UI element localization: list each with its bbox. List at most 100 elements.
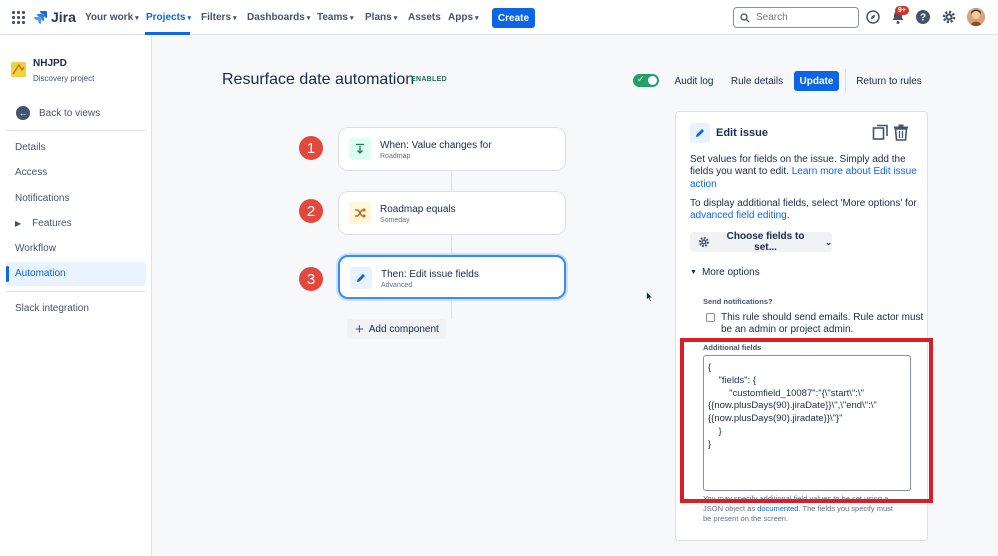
sidebar-divider bbox=[6, 291, 146, 292]
project-sidebar: NHJPD Discovery project ← Back to views … bbox=[0, 36, 152, 556]
active-item-indicator bbox=[6, 266, 9, 282]
chevron-down-icon: ▾ bbox=[393, 15, 398, 22]
choose-fields-label: Choose fields to set... bbox=[726, 231, 805, 253]
header-divider bbox=[845, 69, 846, 93]
nav-label: Plans bbox=[365, 12, 392, 23]
step-number-badge: 2 bbox=[299, 199, 323, 223]
helper-text: . The fields you specify must bbox=[798, 504, 893, 513]
sidebar-item-label: Features bbox=[32, 218, 72, 229]
send-notifications-checkbox[interactable] bbox=[706, 313, 715, 322]
copy-icon[interactable] bbox=[872, 124, 889, 141]
avatar-image bbox=[967, 8, 985, 26]
search-box[interactable] bbox=[733, 7, 859, 28]
rule-enabled-toggle[interactable]: ✓ bbox=[633, 74, 659, 87]
chevron-down-icon: ▾ bbox=[349, 15, 354, 22]
nav-filters[interactable]: Filters ▾ bbox=[201, 12, 237, 23]
sidebar-item-notifications[interactable]: Notifications bbox=[15, 193, 69, 204]
nav-dashboards[interactable]: Dashboards ▾ bbox=[247, 12, 310, 23]
back-to-views-link[interactable]: ← Back to views bbox=[16, 106, 100, 120]
condition-icon bbox=[349, 202, 371, 224]
notification-badge: 9+ bbox=[895, 6, 909, 15]
sidebar-item-access[interactable]: Access bbox=[15, 167, 47, 178]
send-notifications-text: be an admin or project admin. bbox=[721, 324, 854, 335]
trigger-subtitle: Roadmap bbox=[380, 153, 411, 160]
chevron-down-icon: ▾ bbox=[187, 15, 191, 22]
sidebar-item-automation[interactable]: Automation bbox=[15, 268, 66, 279]
chevron-down-icon: ▾ bbox=[306, 15, 311, 22]
chevron-down-icon: ⌄ bbox=[825, 237, 832, 247]
jira-logo-icon bbox=[34, 11, 47, 24]
settings-gear-icon[interactable] bbox=[941, 9, 957, 25]
documented-link[interactable]: documented bbox=[757, 504, 798, 513]
value-change-icon bbox=[356, 143, 364, 154]
sidebar-item-details[interactable]: Details bbox=[15, 142, 46, 153]
choose-fields-dropdown[interactable]: Choose fields to set... ⌄ bbox=[690, 231, 832, 253]
return-to-rules-button[interactable]: Return to rules bbox=[853, 71, 925, 91]
project-type: Discovery project bbox=[33, 74, 95, 83]
gear-icon bbox=[698, 236, 709, 248]
update-button[interactable]: Update bbox=[794, 71, 839, 91]
compass-icon[interactable] bbox=[865, 9, 881, 25]
panel-title: Edit issue bbox=[716, 127, 768, 139]
back-label: Back to views bbox=[39, 107, 101, 119]
create-button[interactable]: Create bbox=[492, 8, 535, 28]
more-options-label: More options bbox=[701, 267, 760, 278]
nav-label: Teams bbox=[317, 12, 348, 23]
trash-icon[interactable] bbox=[893, 124, 909, 141]
highlight-annotation-box bbox=[680, 338, 933, 503]
nav-label: Filters bbox=[201, 12, 232, 23]
trigger-title: When: Value changes for bbox=[380, 140, 492, 151]
search-icon bbox=[740, 12, 750, 22]
nav-apps[interactable]: Apps ▾ bbox=[448, 12, 479, 23]
helper-text-line: be present on the screen. bbox=[703, 514, 789, 523]
action-card[interactable]: Then: Edit issue fields Advanced bbox=[338, 255, 566, 299]
jira-logo[interactable]: Jira bbox=[33, 9, 76, 25]
nav-label: Your work bbox=[85, 12, 134, 23]
send-notifications-label: Send notifications? bbox=[703, 297, 773, 306]
shuffle-icon bbox=[355, 208, 366, 218]
sidebar-item-workflow[interactable]: Workflow bbox=[15, 243, 56, 254]
learn-more-link-continued[interactable]: action bbox=[690, 178, 717, 191]
chevron-down-icon: ▾ bbox=[135, 15, 139, 22]
pencil-icon bbox=[696, 129, 704, 137]
user-avatar[interactable] bbox=[967, 8, 985, 26]
nav-your-work[interactable]: Your work ▾ bbox=[85, 12, 139, 23]
learn-more-link[interactable]: Learn more about Edit issue bbox=[792, 166, 917, 177]
nav-teams[interactable]: Teams ▾ bbox=[317, 12, 353, 23]
help-icon[interactable]: ? bbox=[915, 9, 931, 25]
nav-assets[interactable]: Assets bbox=[408, 12, 441, 23]
nav-projects[interactable]: Projects ▾ bbox=[146, 12, 191, 23]
rule-details-button[interactable]: Rule details bbox=[727, 71, 787, 91]
action-title: Then: Edit issue fields bbox=[381, 269, 479, 280]
nav-plans[interactable]: Plans ▾ bbox=[365, 12, 397, 23]
sidebar-divider bbox=[6, 130, 146, 131]
app-switcher-icon[interactable] bbox=[12, 11, 25, 24]
audit-log-button[interactable]: Audit log bbox=[669, 71, 719, 91]
condition-card[interactable]: Roadmap equals Someday bbox=[338, 191, 566, 235]
plus-icon: + bbox=[355, 320, 364, 338]
panel-description-line: advanced field editing. bbox=[690, 209, 790, 222]
check-icon: ✓ bbox=[637, 74, 645, 84]
step-number-badge: 3 bbox=[299, 267, 323, 291]
search-input[interactable] bbox=[756, 12, 846, 23]
step-connector bbox=[451, 171, 452, 191]
chevron-down-icon: ▾ bbox=[233, 15, 237, 22]
chevron-down-icon: ▾ bbox=[475, 15, 479, 22]
more-options-toggle[interactable]: ▼ More options bbox=[690, 267, 760, 278]
nav-label: Assets bbox=[408, 12, 441, 23]
arrow-left-icon: ← bbox=[16, 106, 30, 120]
step-connector bbox=[451, 300, 452, 319]
condition-subtitle: Someday bbox=[380, 217, 410, 224]
add-component-label: Add component bbox=[368, 323, 439, 335]
action-icon bbox=[350, 267, 372, 289]
pencil-icon bbox=[357, 274, 365, 282]
project-name: NHJPD bbox=[33, 58, 67, 69]
trigger-icon bbox=[349, 138, 371, 160]
sidebar-item-slack-integration[interactable]: Slack integration bbox=[15, 303, 89, 314]
sidebar-item-features[interactable]: ▶ Features bbox=[15, 218, 72, 229]
trigger-card[interactable]: When: Value changes for Roadmap bbox=[338, 127, 566, 171]
advanced-field-editing-link[interactable]: advanced field editing bbox=[690, 210, 787, 221]
page-title: Resurface date automation bbox=[222, 71, 415, 88]
panel-description-line: fields you want to edit. Learn more abou… bbox=[690, 165, 917, 178]
add-component-button[interactable]: + Add component bbox=[347, 319, 446, 339]
